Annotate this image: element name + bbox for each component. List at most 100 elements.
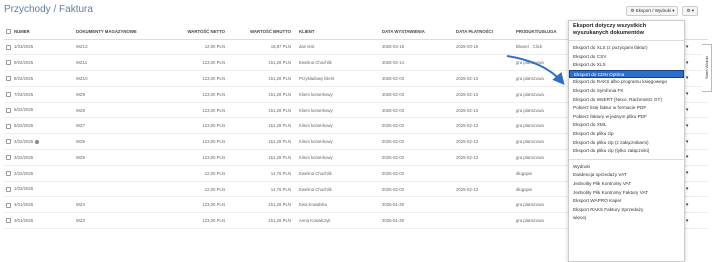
cell-data-wystawienia: 2025-02-03 — [380, 181, 454, 198]
menu-item[interactable]: Eksport RAKS Faktury Sprzedaży — [569, 206, 684, 215]
invoice-number[interactable]: 5/02/2025 — [14, 123, 33, 128]
cell-klient: Ewelina Chochlik — [297, 165, 380, 182]
menu-item[interactable]: Eksport do XLS — [569, 61, 684, 70]
cell-data-platnosci — [454, 212, 514, 230]
menu-item[interactable]: Eksport do RAKS albo programu księgowego — [569, 78, 684, 87]
cell-brutto: 151,29 PLN — [231, 86, 297, 103]
cell-brutto: 151,29 PLN — [231, 212, 297, 230]
col-data-wystawienia[interactable]: DATA WYSTAWIENIA — [380, 24, 454, 40]
cell-dokumenty: WZ11 — [74, 54, 164, 72]
cell-klient: Klient komerkowy — [297, 117, 380, 135]
cell-data-platnosci: 2025-02-13 — [454, 133, 514, 151]
row-checkbox[interactable] — [6, 218, 11, 224]
col-data-platnosci[interactable]: DATA PŁATNOŚCI — [454, 24, 514, 40]
menu-item[interactable]: Eksport do XML — [569, 121, 684, 130]
cell-numer: 2/02/2025 — [4, 165, 74, 182]
invoice-number[interactable]: 4/01/2025 — [14, 202, 33, 207]
cell-brutto: 14,76 PLN — [231, 165, 297, 182]
row-checkbox[interactable] — [6, 202, 11, 208]
row-checkbox[interactable] — [6, 91, 11, 97]
menu-item[interactable]: Pobierz listę faktur w formacie PDF — [569, 104, 684, 113]
cell-netto: 12,90 PLN — [164, 39, 231, 56]
cell-dokumenty: WZ3 — [74, 212, 164, 230]
row-checkbox[interactable] — [6, 76, 11, 82]
cell-netto: 123,00 PLN — [164, 196, 231, 214]
cell-numer: 7/02/2025 — [4, 86, 74, 103]
row-checkbox[interactable] — [6, 60, 11, 66]
select-all-checkbox[interactable] — [6, 28, 11, 34]
menu-item[interactable]: Eksport do pliku zip (z załącznikami) — [569, 139, 684, 148]
invoice-number[interactable]: 4/02/2025 — [14, 139, 33, 144]
row-checkbox[interactable] — [6, 186, 11, 192]
export-dropdown-menu: Eksport dotyczy wszystkich wyszukanych d… — [568, 20, 685, 262]
cell-data-wystawienia: 2025-02-03 — [380, 102, 454, 119]
menu-item[interactable]: więcej — [569, 214, 684, 223]
menu-item[interactable]: Pobierz faktury w jednym pliku PDF — [569, 113, 684, 122]
row-checkbox[interactable] — [6, 170, 11, 176]
menu-item[interactable]: Eksport do CDN Optima — [569, 69, 684, 79]
cell-data-wystawienia: 2025-02-03 — [380, 149, 454, 166]
settings-gear-button[interactable]: ⚙ ▾ — [682, 6, 698, 16]
cell-netto: 123,00 PLN — [164, 149, 231, 166]
cell-brutto: 151,29 PLN — [231, 149, 297, 166]
cell-klient: Klient komerkowy — [297, 102, 380, 119]
menu-item[interactable]: Eksport do CSV — [569, 53, 684, 62]
invoice-number[interactable]: 2/02/2025 — [14, 171, 33, 176]
row-checkbox[interactable] — [6, 44, 11, 50]
menu-item[interactable]: Wydruki — [569, 163, 684, 172]
menu-item[interactable]: Jednolity Plik Kontrolny Faktury VAT — [569, 189, 684, 198]
cell-netto: 123,00 PLN — [164, 117, 231, 135]
menu-item[interactable]: Eksport do XLS (z pozycjami faktur) — [569, 44, 684, 53]
cell-numer: 1/03/2025 — [4, 39, 74, 56]
cell-data-platnosci — [454, 54, 514, 72]
invoice-number[interactable]: 3/01/2025 — [14, 218, 33, 223]
invoice-number[interactable]: 8/02/2025 — [14, 76, 33, 81]
col-dokumenty[interactable]: DOKUMENTY MAGAZYNOWE — [74, 24, 164, 40]
invoice-number[interactable]: 9/02/2025 — [14, 60, 33, 65]
cell-netto: 123,00 PLN — [164, 133, 231, 151]
cell-data-platnosci: 2025-03-18 — [454, 39, 514, 56]
old-views-tab[interactable]: Stare Widoki — [702, 44, 712, 92]
invoice-number[interactable]: 1/02/2025 — [14, 186, 33, 191]
cell-klient: Ewelina Chochlik — [297, 181, 380, 198]
cell-dokumenty: WZ4 — [74, 196, 164, 214]
cell-klient: dan test — [297, 39, 380, 56]
col-netto[interactable]: WARTOŚĆ NETTO — [164, 24, 231, 40]
row-checkbox[interactable] — [6, 107, 11, 113]
cell-brutto: 151,29 PLN — [231, 102, 297, 119]
menu-item[interactable]: Eksport do WsERT (Nexo, Rachmistrz GT) — [569, 96, 684, 105]
cell-klient: Klient komerkowy — [297, 133, 380, 151]
menu-item[interactable]: Eksport WAPRO Kaper — [569, 197, 684, 206]
row-checkbox[interactable] — [6, 123, 11, 129]
row-checkbox[interactable] — [6, 139, 11, 145]
note-icon — [35, 139, 40, 144]
invoice-number[interactable]: 3/02/2025 — [14, 155, 33, 160]
cell-brutto: 151,29 PLN — [231, 54, 297, 72]
menu-item[interactable]: Eksport do pliku zip (tylko załączniki) — [569, 147, 684, 156]
row-checkbox[interactable] — [6, 155, 11, 161]
invoice-number[interactable]: 7/02/2025 — [14, 92, 33, 97]
col-brutto[interactable]: WARTOŚĆ BRUTTO — [231, 24, 297, 40]
menu-item[interactable]: Eksport do pliku zip — [569, 130, 684, 139]
cell-klient: Klient komerkowy — [297, 86, 380, 103]
invoice-number[interactable]: 6/02/2025 — [14, 107, 33, 112]
cell-numer: 9/02/2025 — [4, 54, 74, 72]
cell-data-wystawienia: 2025-02-03 — [380, 86, 454, 103]
cell-data-platnosci: 2025-02-13 — [454, 70, 514, 87]
col-numer[interactable]: NUMER — [4, 24, 74, 40]
cell-data-wystawienia: 2025-01-29 — [380, 212, 454, 230]
export-dropdown-button[interactable]: ⚙ Eksport / Wydruki ▾ — [626, 6, 679, 16]
cell-netto: 12,00 PLN — [164, 181, 231, 198]
invoices-page: Przychody / Faktura ⚙ Eksport / Wydruki … — [0, 0, 712, 262]
cell-data-platnosci: 2025-02-13 — [454, 102, 514, 119]
invoice-number[interactable]: 1/03/2025 — [14, 44, 33, 49]
cell-data-platnosci: 2025-02-13 — [454, 86, 514, 103]
cell-dokumenty: WZ7 — [74, 117, 164, 135]
col-klient[interactable]: KLIENT — [297, 24, 380, 40]
cell-dokumenty — [74, 181, 164, 198]
menu-item[interactable]: Jednolity Plik Kontrolny VAT — [569, 180, 684, 189]
cell-brutto: 151,29 PLN — [231, 196, 297, 214]
cell-numer: 8/02/2025 — [4, 70, 74, 87]
menu-item[interactable]: Ewidencja sprzedaży VAT — [569, 171, 684, 180]
menu-item[interactable]: Eksport do Symfonia FK — [569, 87, 684, 96]
